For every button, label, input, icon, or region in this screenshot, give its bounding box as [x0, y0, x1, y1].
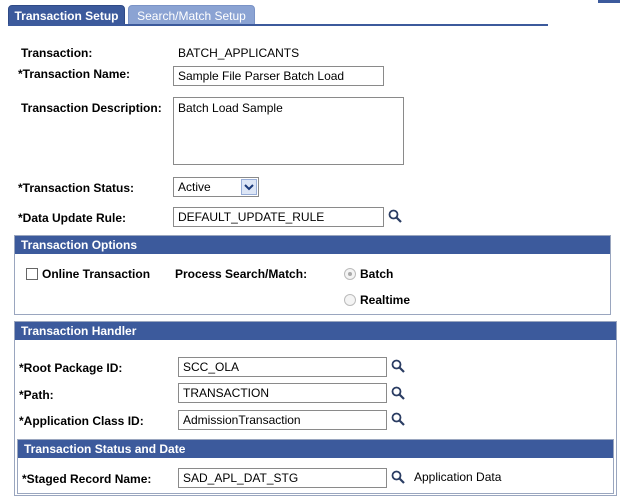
root-package-id-input[interactable]: SCC_OLA — [178, 357, 387, 377]
process-search-match-label: Process Search/Match: — [175, 267, 308, 281]
tab-underline — [8, 24, 548, 26]
radio-batch-label: Batch — [360, 267, 394, 281]
data-update-rule-label: *Data Update Rule: — [18, 211, 127, 225]
transaction-value: BATCH_APPLICANTS — [178, 46, 300, 60]
transaction-handler-header: Transaction Handler — [15, 322, 616, 340]
radio-realtime[interactable] — [344, 294, 356, 306]
transaction-description-textarea[interactable]: Batch Load Sample — [173, 97, 404, 165]
data-update-rule-input[interactable]: DEFAULT_UPDATE_RULE — [173, 207, 384, 227]
magnifier-icon[interactable] — [391, 359, 405, 373]
path-label: *Path: — [19, 388, 54, 402]
application-class-id-input[interactable]: AdmissionTransaction — [178, 410, 387, 430]
application-class-id-label: *Application Class ID: — [19, 414, 144, 428]
magnifier-icon[interactable] — [391, 412, 405, 426]
top-right-accent — [598, 0, 620, 3]
path-input[interactable]: TRANSACTION — [178, 383, 387, 403]
magnifier-icon[interactable] — [391, 386, 405, 400]
transaction-name-input[interactable]: Sample File Parser Batch Load — [173, 66, 384, 86]
staged-record-name-label: *Staged Record Name: — [22, 472, 152, 486]
transaction-status-select[interactable]: Active — [173, 177, 259, 197]
root-package-id-label: *Root Package ID: — [19, 361, 123, 375]
tab-search-match-setup[interactable]: Search/Match Setup — [128, 5, 255, 25]
transaction-label: Transaction: — [21, 46, 93, 60]
online-transaction-checkbox[interactable] — [26, 268, 38, 280]
transaction-status-label: *Transaction Status: — [18, 181, 135, 195]
staged-record-description: Application Data — [414, 470, 502, 484]
magnifier-icon[interactable] — [391, 470, 405, 484]
radio-batch[interactable] — [344, 268, 356, 280]
magnifier-icon[interactable] — [388, 209, 402, 223]
chevron-down-icon[interactable] — [241, 179, 257, 195]
online-transaction-label: Online Transaction — [42, 267, 151, 281]
transaction-options-header: Transaction Options — [15, 236, 610, 254]
transaction-description-label: Transaction Description: — [21, 101, 162, 115]
staged-record-name-input[interactable]: SAD_APL_DAT_STG — [178, 468, 387, 488]
transaction-name-label: *Transaction Name: — [18, 67, 131, 81]
tab-transaction-setup[interactable]: Transaction Setup — [8, 5, 125, 25]
radio-realtime-label: Realtime — [360, 293, 411, 307]
transaction-status-value: Active — [178, 180, 211, 194]
transaction-status-date-header: Transaction Status and Date — [18, 440, 613, 458]
